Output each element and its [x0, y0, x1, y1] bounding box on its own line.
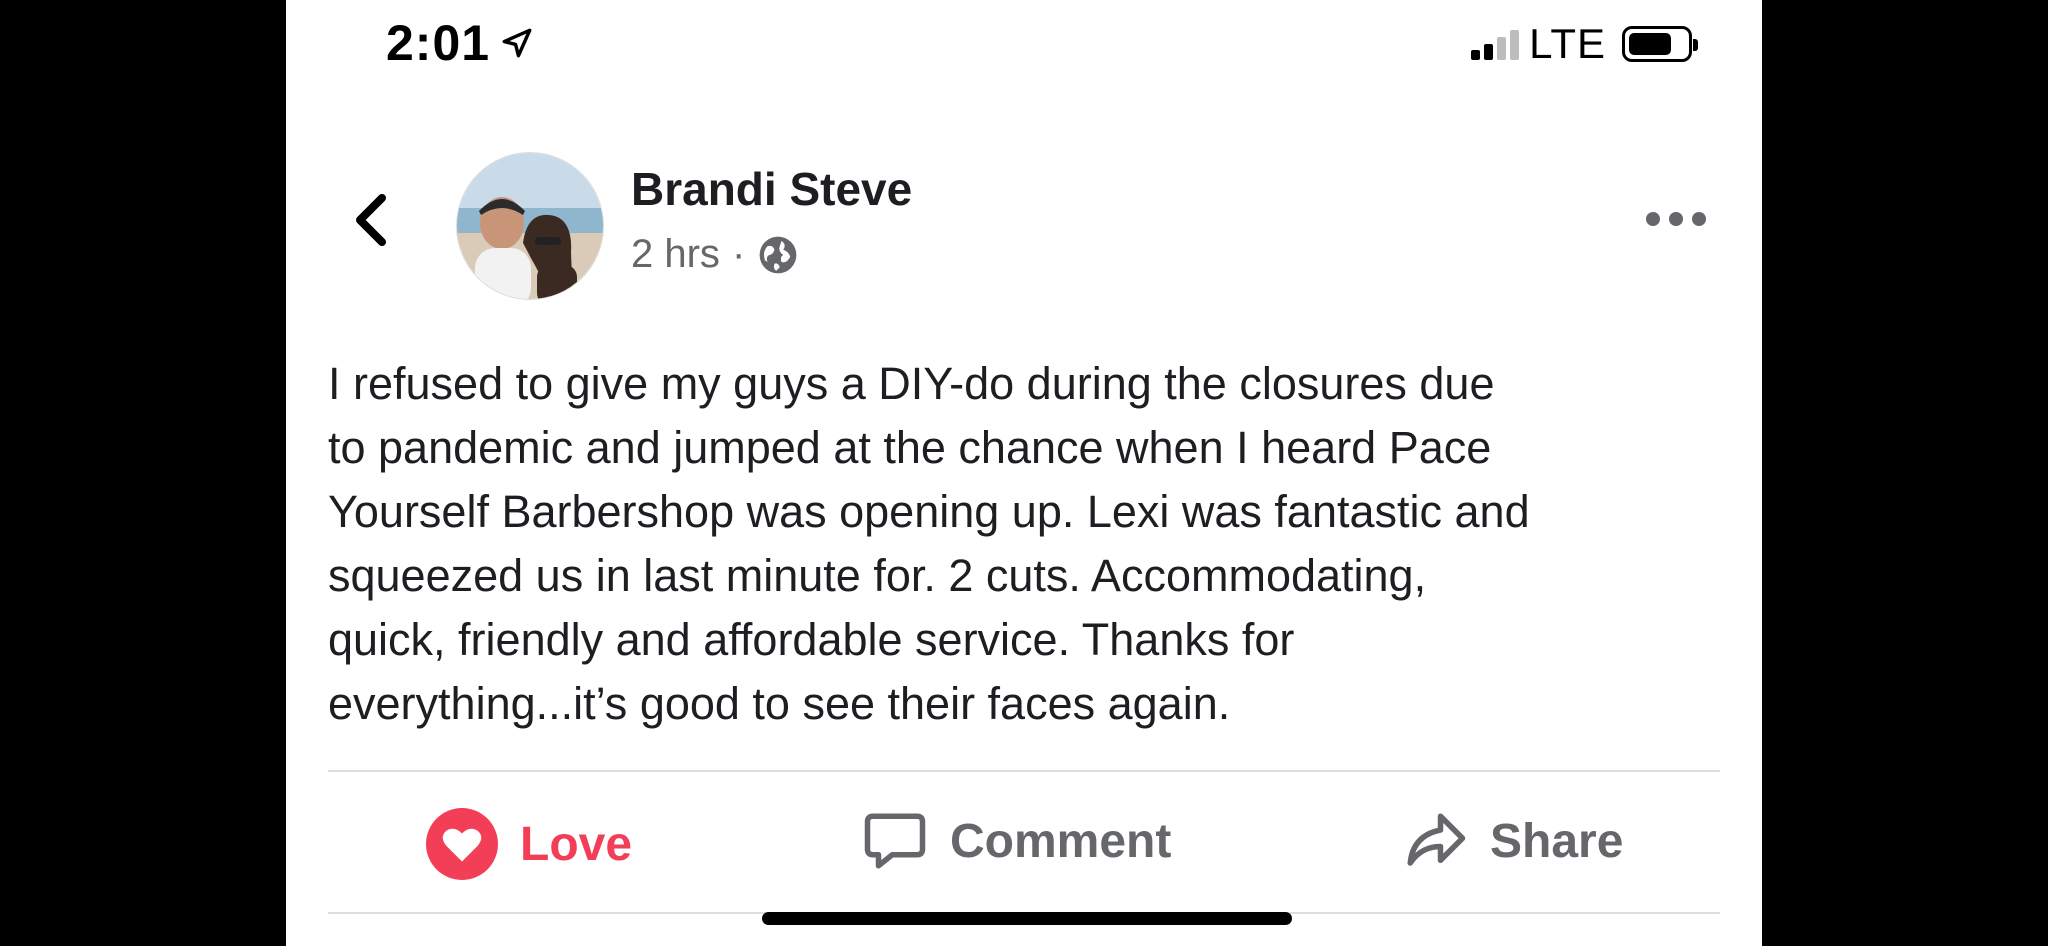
love-button[interactable]: Love: [426, 808, 632, 880]
home-indicator[interactable]: [762, 912, 1292, 925]
location-arrow-icon: [502, 28, 532, 58]
avatar-photo: [457, 153, 603, 299]
author-name[interactable]: Brandi Steve: [631, 162, 912, 216]
share-button[interactable]: Share: [1402, 808, 1623, 874]
post-meta: 2 hrs ·: [631, 232, 799, 277]
divider-top: [328, 770, 1720, 772]
author-avatar[interactable]: [456, 152, 604, 300]
post-text: I refused to give my guys a DIY-do durin…: [328, 358, 1530, 729]
heart-icon: [426, 808, 498, 880]
share-arrow-icon: [1407, 813, 1466, 866]
status-time: 2:01: [386, 14, 534, 72]
meta-separator: ·: [731, 232, 746, 276]
post-time[interactable]: 2 hrs: [631, 232, 720, 277]
battery-icon: [1622, 26, 1698, 62]
back-chevron-icon[interactable]: [348, 190, 392, 250]
status-indicators: LTE: [1471, 20, 1698, 68]
more-options-icon[interactable]: [1646, 212, 1706, 226]
phone-screen: 2:01 LTE Brandi Steve 2 hrs · I refused …: [286, 0, 1762, 946]
love-label: Love: [520, 817, 633, 871]
network-label: LTE: [1529, 20, 1606, 67]
globe-icon: [759, 236, 797, 273]
signal-icon: [1471, 28, 1520, 60]
status-time-text: 2:01: [386, 15, 491, 71]
comment-label: Comment: [950, 814, 1172, 868]
share-label: Share: [1490, 814, 1624, 868]
comment-bubble-icon: [864, 813, 926, 869]
comment-button[interactable]: Comment: [862, 808, 1171, 874]
